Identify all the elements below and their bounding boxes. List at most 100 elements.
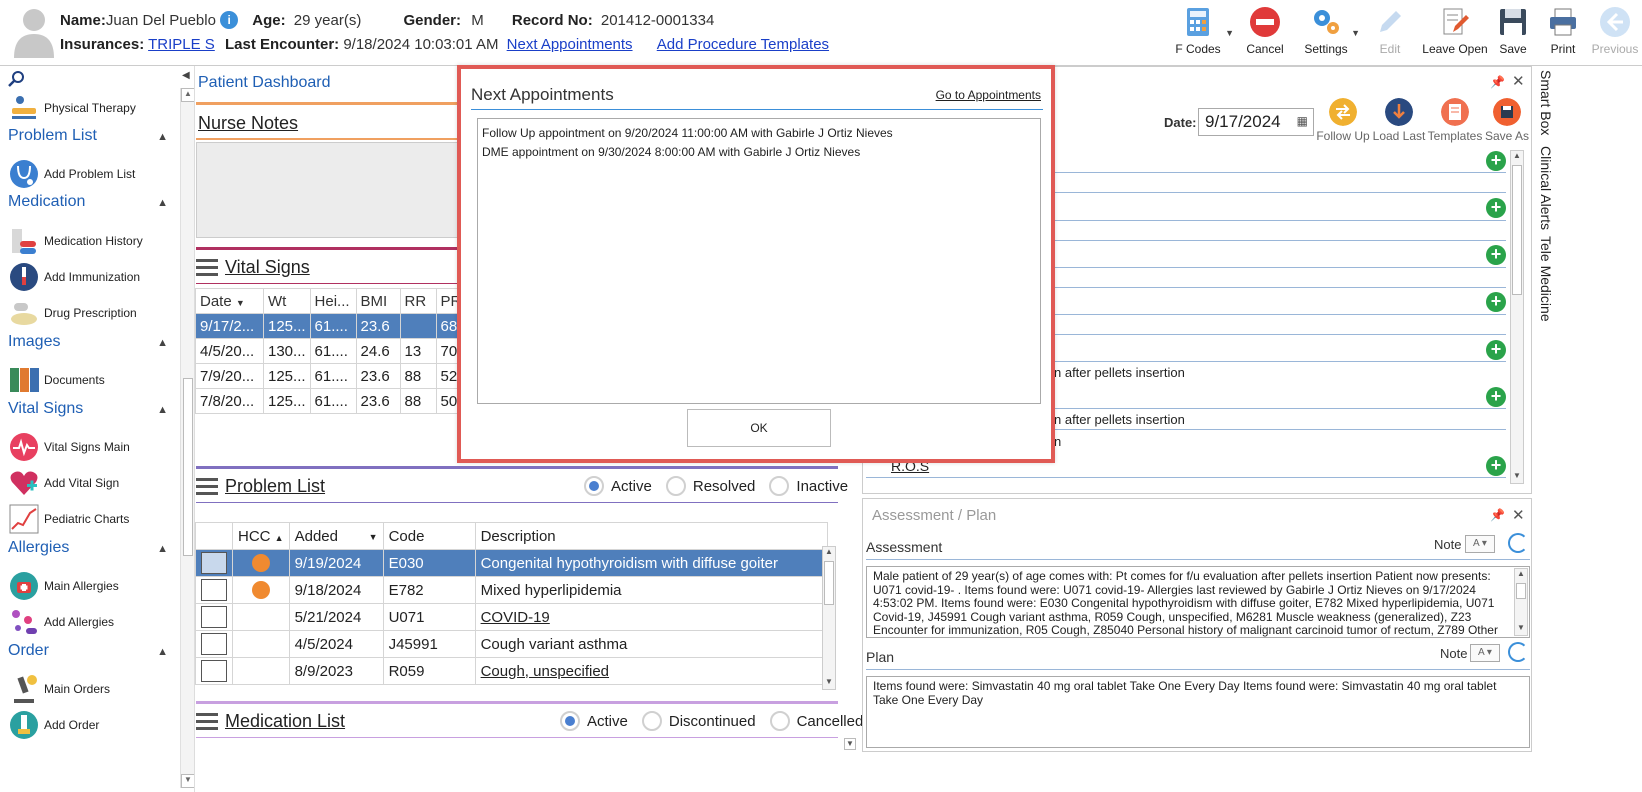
- menu-icon[interactable]: [196, 713, 218, 731]
- sidebar-scrollbar[interactable]: ▲ ▼: [180, 88, 194, 788]
- refresh-icon[interactable]: [1508, 533, 1528, 553]
- section-medication[interactable]: Medication ▲: [8, 193, 168, 211]
- row-checkbox[interactable]: [195, 549, 233, 577]
- scroll-thumb[interactable]: [824, 561, 834, 605]
- add-icon[interactable]: +: [1486, 292, 1506, 312]
- section-order[interactable]: Order ▲: [8, 642, 168, 660]
- chevron-up-icon[interactable]: ▲: [157, 646, 168, 658]
- column-header[interactable]: HCC ▲: [232, 522, 290, 550]
- go-to-appointments-link[interactable]: Go to Appointments: [936, 88, 1041, 102]
- info-icon[interactable]: i: [220, 11, 239, 29]
- column-header[interactable]: BMI: [355, 288, 401, 314]
- table-row[interactable]: 4/5/2024 J45991 Cough variant asthma: [195, 630, 828, 658]
- sidebar-item-add-allergies[interactable]: Add Allergies: [8, 604, 178, 640]
- chevron-down-icon[interactable]: ▼: [236, 298, 245, 308]
- add-icon[interactable]: +: [1486, 198, 1506, 218]
- column-header[interactable]: Description: [474, 522, 828, 550]
- scroll-up-icon[interactable]: ▲: [1515, 569, 1527, 581]
- table-cell-link[interactable]: Cough, unspecified: [474, 657, 828, 685]
- leave-open-button[interactable]: Leave Open: [1422, 0, 1488, 62]
- sidebar-item-add-order[interactable]: Add Order: [8, 707, 178, 743]
- menu-icon[interactable]: [196, 478, 218, 496]
- close-icon[interactable]: ✕: [1512, 72, 1525, 90]
- chevron-up-icon[interactable]: ▲: [157, 404, 168, 416]
- assessment-scrollbar[interactable]: ▲ ▼: [1514, 568, 1528, 636]
- medication-list-title[interactable]: Medication List: [225, 711, 345, 732]
- scroll-up-icon[interactable]: ▲: [181, 88, 194, 102]
- tab-smart-box[interactable]: Smart Box: [1538, 70, 1554, 135]
- scroll-down-icon[interactable]: ▼: [181, 774, 194, 788]
- note-format-dropdown[interactable]: A ▾: [1465, 535, 1495, 553]
- section-vital-signs[interactable]: Vital Signs ▲: [8, 400, 168, 418]
- note-format-dropdown[interactable]: A ▾: [1470, 644, 1500, 662]
- settings-button[interactable]: Settings ▼: [1298, 0, 1360, 62]
- scroll-up-icon[interactable]: ▲: [1511, 151, 1523, 163]
- radio-active[interactable]: Active: [560, 711, 628, 731]
- radio-button[interactable]: [560, 711, 580, 731]
- sidebar-item-main-orders[interactable]: Main Orders: [8, 671, 178, 707]
- calendar-icon[interactable]: ▦: [1297, 114, 1308, 128]
- radio-button[interactable]: [769, 711, 790, 731]
- encounter-scrollbar[interactable]: ▲ ▼: [1510, 150, 1524, 484]
- pin-icon[interactable]: 📌: [1490, 508, 1505, 522]
- add-icon[interactable]: +: [1486, 245, 1506, 265]
- table-cell-link[interactable]: COVID-19: [474, 603, 828, 631]
- add-icon[interactable]: +: [1486, 340, 1506, 360]
- chevron-up-icon[interactable]: ▲: [157, 543, 168, 555]
- column-header[interactable]: Added ▼: [288, 522, 384, 550]
- save-as-button[interactable]: Save As: [1475, 98, 1539, 143]
- section-images[interactable]: Images ▲: [8, 333, 168, 351]
- problem-list-scrollbar[interactable]: ▲ ▼: [822, 546, 836, 690]
- sidebar-item-main-allergies[interactable]: Main Allergies: [8, 568, 178, 604]
- save-button[interactable]: Save: [1488, 0, 1538, 62]
- vital-signs-title[interactable]: Vital Signs: [225, 257, 310, 278]
- nurse-notes-title[interactable]: Nurse Notes: [198, 113, 298, 134]
- edit-button[interactable]: Edit: [1358, 0, 1422, 62]
- section-problem-list[interactable]: Problem List ▲: [8, 127, 168, 145]
- add-icon[interactable]: +: [1486, 151, 1506, 171]
- scroll-down-icon[interactable]: ▼: [823, 677, 835, 689]
- column-header[interactable]: Wt: [263, 288, 311, 314]
- column-header[interactable]: Code: [382, 522, 476, 550]
- radio-button[interactable]: [584, 476, 604, 496]
- search-icon[interactable]: [8, 70, 26, 88]
- table-row[interactable]: 9/18/2024 E782 Mixed hyperlipidemia: [195, 576, 828, 604]
- plan-textarea[interactable]: Items found were: Simvastatin 40 mg oral…: [866, 676, 1530, 748]
- column-header[interactable]: Hei...: [309, 288, 357, 314]
- scroll-down-icon[interactable]: ▼: [1515, 623, 1527, 635]
- load-last-button[interactable]: Load Last: [1367, 98, 1431, 143]
- scroll-down-icon[interactable]: ▼: [1511, 471, 1523, 483]
- sidebar-item-documents[interactable]: Documents: [8, 362, 178, 398]
- fcodes-button[interactable]: F Codes ▼: [1168, 0, 1234, 62]
- chevron-up-icon[interactable]: ▲: [157, 131, 168, 143]
- follow-up-button[interactable]: Follow Up: [1311, 98, 1375, 143]
- row-checkbox[interactable]: [195, 657, 233, 685]
- nurse-notes-box[interactable]: [196, 142, 458, 238]
- sidebar-item-physical-therapy[interactable]: Physical Therapy: [8, 90, 178, 126]
- table-row[interactable]: 5/21/2024 U071 COVID-19: [195, 603, 828, 631]
- ok-button[interactable]: OK: [687, 409, 831, 447]
- cancel-button[interactable]: Cancel: [1232, 0, 1298, 62]
- sidebar-item-vital-signs-main[interactable]: Vital Signs Main: [8, 429, 178, 465]
- collapse-sidebar-icon[interactable]: ◀: [182, 70, 190, 81]
- table-row[interactable]: 9/17/2... 125... 61.... 23.6 68: [195, 313, 467, 339]
- previous-button[interactable]: Previous: [1588, 0, 1642, 62]
- scroll-up-icon[interactable]: ▲: [823, 547, 835, 559]
- table-row[interactable]: 7/8/20... 125... 61.... 23.6 88 50: [195, 388, 467, 414]
- pin-icon[interactable]: 📌: [1490, 75, 1505, 89]
- close-icon[interactable]: ✕: [1512, 506, 1525, 524]
- sidebar-item-add-vital-sign[interactable]: Add Vital Sign: [8, 465, 178, 501]
- radio-resolved[interactable]: Resolved: [665, 476, 755, 496]
- row-checkbox[interactable]: [195, 576, 233, 604]
- list-item[interactable]: DME appointment on 9/30/2024 8:00:00 AM …: [482, 143, 1036, 162]
- sidebar-item-medication-history[interactable]: Medication History: [8, 223, 178, 259]
- sidebar-item-pediatric-charts[interactable]: Pediatric Charts: [8, 501, 178, 537]
- column-header[interactable]: Date ▼: [195, 288, 264, 314]
- section-allergies[interactable]: Allergies ▲: [8, 539, 168, 557]
- table-row[interactable]: 9/19/2024 E030 Congenital hypothyroidism…: [195, 549, 828, 577]
- list-item[interactable]: Follow Up appointment on 9/20/2024 11:00…: [482, 124, 1036, 143]
- sidebar-item-add-immunization[interactable]: Add Immunization: [8, 259, 178, 295]
- print-button[interactable]: Print: [1538, 0, 1588, 62]
- radio-button[interactable]: [641, 711, 662, 731]
- table-row[interactable]: 7/9/20... 125... 61.... 23.6 88 52: [195, 363, 467, 389]
